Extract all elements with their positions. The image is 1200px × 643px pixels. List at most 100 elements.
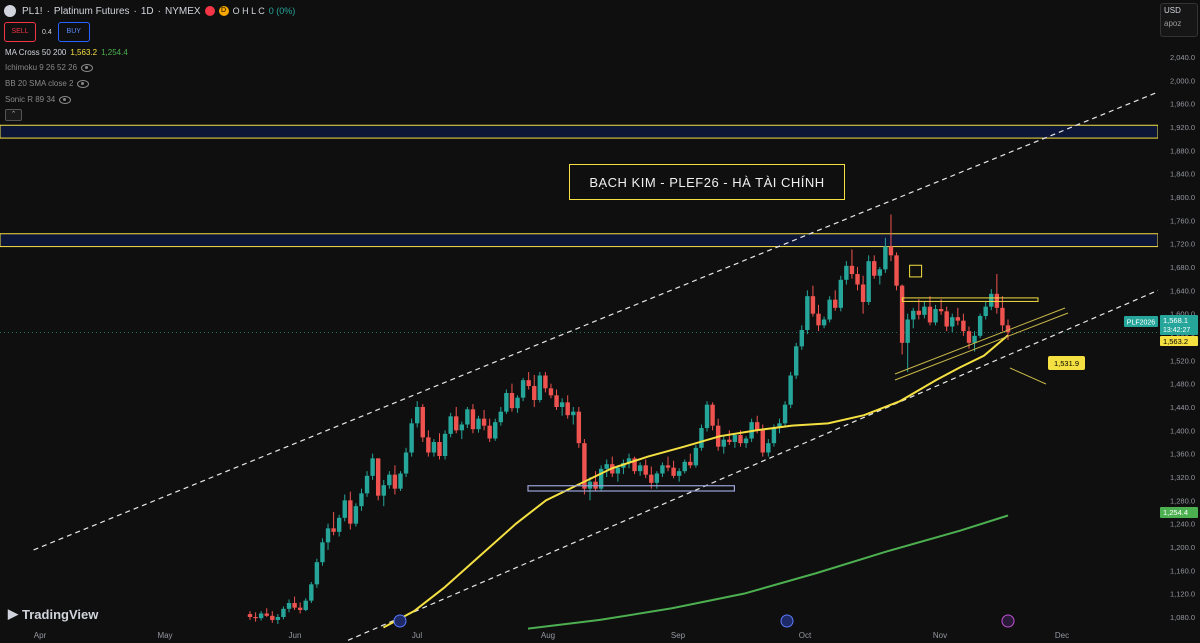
candle-body: [682, 461, 687, 472]
tradingview-logo: ▶ TradingView: [8, 606, 98, 622]
y-tick-label: 1,200.0: [1170, 543, 1195, 552]
buy-button[interactable]: BUY: [57, 22, 90, 42]
candle-body: [576, 411, 582, 444]
candle-body: [476, 418, 481, 430]
candle-body: [821, 319, 827, 326]
candle-body: [766, 443, 771, 453]
y-tick-label: 1,360.0: [1170, 450, 1195, 459]
candle-body: [732, 435, 738, 442]
interval[interactable]: 1D: [141, 6, 154, 17]
candle-body: [247, 614, 253, 617]
collapse-legend-button[interactable]: ⌃: [5, 109, 22, 121]
candle-body: [699, 428, 704, 448]
candle-body: [905, 319, 910, 343]
indicator-label: Sonic R 89 34: [5, 95, 56, 104]
chart-title-box: BẠCH KIM - PLEF26 - HÀ TÀI CHÍNH: [569, 164, 845, 200]
candle-body: [437, 442, 442, 456]
candle-body: [398, 473, 403, 489]
candle-body: [571, 411, 576, 416]
x-tick-label: Oct: [799, 631, 812, 640]
candle-body: [303, 600, 308, 610]
price-chart[interactable]: 1,080.0 1,120.0 1,160.0 1,200.0 1,240.0 1,280…: [0, 0, 1200, 643]
y-tick-label: 2,040.0: [1170, 53, 1195, 62]
y-tick-label: 1,120.0: [1170, 590, 1195, 599]
candle-body: [487, 425, 492, 439]
visibility-eye-icon[interactable]: [59, 95, 72, 104]
y-tick-label: 1,160.0: [1170, 566, 1195, 575]
candle-body: [688, 461, 693, 466]
y-tick-label: 1,280.0: [1170, 496, 1195, 505]
sell-button[interactable]: SELL: [4, 22, 36, 42]
visibility-eye-icon[interactable]: [81, 63, 94, 72]
candle-body: [844, 265, 849, 280]
resistance-zone: [0, 233, 1159, 248]
ma50-value: 1,563.2: [70, 48, 98, 57]
candle-body: [922, 306, 927, 315]
candle-body: [704, 404, 710, 428]
candle-body: [532, 386, 537, 400]
y-tick-label: 1,240.0: [1170, 520, 1195, 529]
candle-body: [771, 428, 777, 444]
candle-body: [693, 447, 699, 466]
ma200-price-value: 1,254.4: [1163, 508, 1188, 517]
candle-body: [515, 397, 520, 409]
candle-body: [710, 404, 715, 426]
candle-body: [721, 439, 726, 447]
callout-value: 1,531.9: [1054, 359, 1079, 368]
y-tick-label: 1,080.0: [1170, 613, 1195, 622]
candle-body: [493, 422, 498, 439]
brand-label: TradingView: [22, 606, 99, 622]
candle-body: [727, 439, 732, 442]
indicator-sonic-r[interactable]: Sonic R 89 34: [5, 95, 72, 104]
y-tick-label: 1,400.0: [1170, 426, 1195, 435]
candle-body: [894, 255, 899, 286]
last-price-value: 1,568.1: [1163, 316, 1188, 325]
candle-body: [403, 452, 409, 474]
candle-body: [470, 409, 476, 430]
ma50-price-value: 1,563.2: [1163, 337, 1188, 346]
alert-dot-icon: [204, 6, 215, 16]
y-tick-label: 1,520.0: [1170, 356, 1195, 365]
candle-body: [883, 246, 888, 270]
candle-body: [972, 335, 977, 343]
trade-panel: SELL 0.4 BUY: [4, 22, 90, 42]
candle-body: [899, 285, 905, 343]
symbol-ticker[interactable]: PL1!: [22, 6, 43, 17]
symbol-tag-label: PLF2026: [1127, 320, 1156, 327]
exchange: NYMEX: [165, 5, 201, 17]
candle-body: [665, 465, 671, 468]
y-tick-label: 1,320.0: [1170, 473, 1195, 482]
candle-body: [877, 269, 883, 276]
candle-body: [989, 293, 994, 307]
candle-body: [933, 309, 938, 323]
candle-body: [977, 316, 983, 336]
candle-body: [375, 458, 381, 496]
candle-body: [481, 418, 487, 426]
candle-body: [554, 395, 559, 407]
candle-body: [559, 402, 565, 407]
candle-body: [409, 423, 414, 453]
currency-mode: apoz: [1164, 19, 1182, 28]
candle-body: [827, 299, 832, 320]
candle-body: [888, 246, 894, 256]
candle-body: [637, 465, 643, 472]
currency-selector[interactable]: USD apoz: [1160, 3, 1198, 37]
y-tick-label: 1,760.0: [1170, 216, 1195, 225]
candle-body: [738, 435, 743, 444]
candle-body: [392, 474, 398, 489]
candle-body: [331, 528, 336, 532]
candle-body: [838, 279, 843, 308]
visibility-eye-icon[interactable]: [77, 79, 90, 88]
candle-body: [816, 313, 821, 326]
indicator-ma-cross[interactable]: MA Cross 50 200 1,563.2 1,254.4: [5, 48, 128, 57]
candle-body: [442, 433, 448, 456]
candle-body: [927, 306, 933, 323]
indicator-bb[interactable]: BB 20 SMA close 2: [5, 79, 90, 88]
indicator-ichimoku[interactable]: Ichimoku 9 26 52 26: [5, 63, 94, 72]
chart-header: PL1! · Platinum Futures · 1D · NYMEX D O…: [0, 0, 295, 22]
candle-body: [860, 284, 866, 302]
y-tick-label: 2,000.0: [1170, 76, 1195, 85]
spread-value: 0.4: [42, 28, 52, 36]
y-tick-label: 1,880.0: [1170, 146, 1195, 155]
candle-body: [498, 411, 504, 423]
